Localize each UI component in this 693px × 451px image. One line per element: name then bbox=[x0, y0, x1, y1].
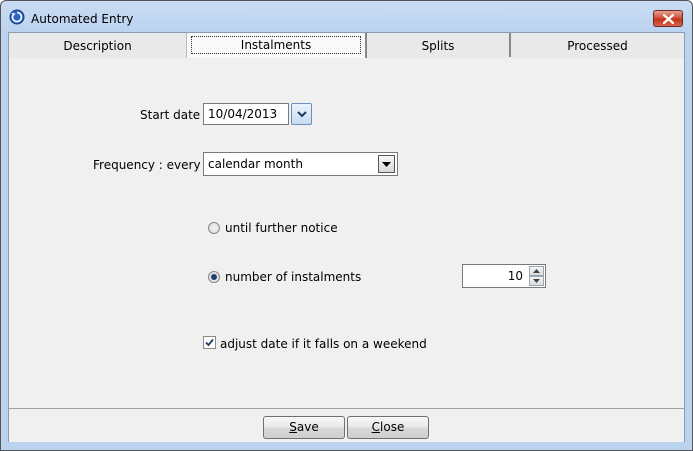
radio-selected-dot bbox=[211, 274, 217, 280]
triangle-up-icon bbox=[533, 269, 540, 273]
radio-until-further-notice[interactable] bbox=[208, 222, 220, 234]
weekend-adjust-checkbox[interactable] bbox=[203, 336, 216, 349]
save-mnemonic: S bbox=[289, 420, 297, 434]
tab-description[interactable]: Description bbox=[9, 33, 186, 57]
instalments-panel: Start date 10/04/2013 Frequency : every … bbox=[9, 58, 684, 408]
close-button[interactable]: Close bbox=[347, 416, 429, 439]
tab-processed[interactable]: Processed bbox=[511, 33, 684, 57]
automated-entry-window: Automated Entry Description Instalments … bbox=[0, 0, 693, 451]
start-date-dropdown-button[interactable] bbox=[291, 103, 312, 125]
save-label-rest: ave bbox=[296, 420, 319, 434]
radio-number-of-instalments[interactable] bbox=[208, 271, 220, 283]
instalments-value: 10 bbox=[507, 269, 523, 283]
tab-instalments-label: Instalments bbox=[191, 36, 361, 54]
button-bar: Save Close bbox=[9, 408, 684, 442]
close-mnemonic: C bbox=[371, 420, 381, 434]
weekend-adjust-label: adjust date if it falls on a weekend bbox=[220, 337, 427, 351]
save-button[interactable]: Save bbox=[263, 416, 345, 439]
window-title: Automated Entry bbox=[31, 12, 134, 26]
until-further-notice-label: until further notice bbox=[225, 221, 338, 235]
tab-instalments[interactable]: Instalments bbox=[186, 33, 367, 58]
frequency-label: Frequency : every bbox=[93, 158, 201, 172]
spin-up-button[interactable] bbox=[529, 266, 544, 276]
frequency-dropdown-button[interactable] bbox=[378, 155, 395, 173]
checkmark-icon bbox=[205, 338, 214, 347]
start-date-label: Start date bbox=[140, 108, 201, 122]
frequency-select[interactable]: calendar month bbox=[203, 152, 398, 176]
close-window-button[interactable] bbox=[653, 10, 683, 27]
chevron-down-icon bbox=[297, 111, 307, 118]
close-icon bbox=[663, 14, 674, 24]
triangle-down-icon bbox=[382, 162, 391, 167]
triangle-down-icon bbox=[533, 279, 540, 283]
refresh-cycle-icon bbox=[9, 9, 25, 25]
number-of-instalments-label: number of instalments bbox=[225, 270, 362, 284]
tab-strip: Description Instalments Splits Processed bbox=[9, 33, 684, 59]
start-date-field[interactable]: 10/04/2013 bbox=[203, 103, 289, 125]
dialog-client: Description Instalments Splits Processed… bbox=[8, 32, 685, 442]
instalments-spinner[interactable]: 10 bbox=[462, 264, 546, 288]
tab-splits[interactable]: Splits bbox=[367, 33, 511, 57]
title-bar[interactable]: Automated Entry bbox=[1, 1, 692, 31]
close-label-rest: lose bbox=[380, 420, 405, 434]
spin-down-button[interactable] bbox=[529, 276, 544, 286]
